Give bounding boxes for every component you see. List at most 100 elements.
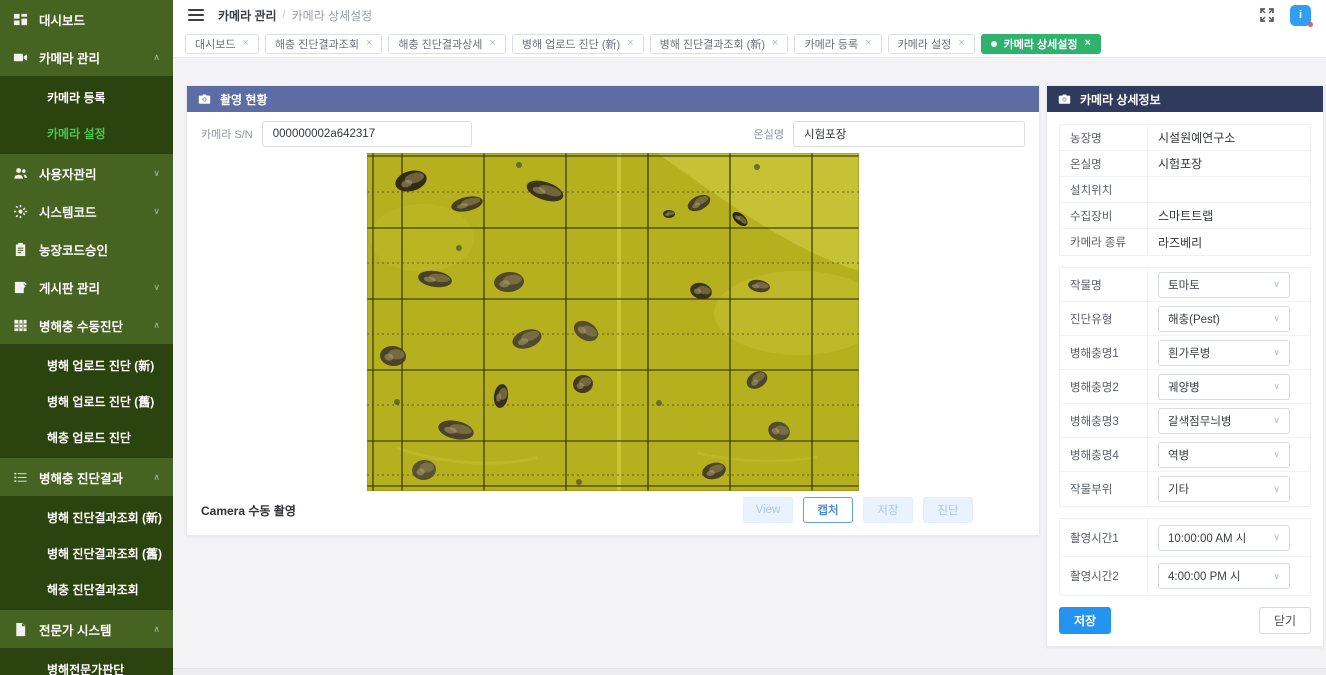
sidebar-subitem-8-0[interactable]: 병해전문가판단 [0, 651, 173, 675]
tab-label: 대시보드 [195, 36, 235, 52]
sidebar-item-7[interactable]: 병해충 진단결과∧ [0, 458, 173, 496]
tab-1[interactable]: 해충 진단결과조회× [265, 34, 382, 54]
close-button[interactable]: 닫기 [1259, 607, 1311, 634]
detail-row: 진단유형해충(Pest)∨ [1060, 302, 1310, 336]
tab-close-icon[interactable]: × [1085, 38, 1091, 49]
sidebar-item-0[interactable]: 대시보드 [0, 0, 173, 38]
sidebar-item-label: 게시판 관리 [39, 278, 100, 297]
tab-label: 카메라 등록 [804, 36, 858, 52]
detail-group-1: 농장명시설원예연구소온실명시험포장설치위치수집장비스마트트랩카메라 종류라즈베리 [1059, 124, 1311, 256]
sidebar-item-5[interactable]: 게시판 관리∨ [0, 268, 173, 306]
chevron-down-icon: ∨ [1273, 571, 1280, 582]
top-header: 카메라 관리 / 카메라 상세설정 i [173, 0, 1326, 30]
users-icon [13, 166, 28, 181]
video-camera-icon [13, 50, 28, 65]
sidebar-item-3[interactable]: 시스템코드∨ [0, 192, 173, 230]
sidebar-item-label: 전문가 시스템 [39, 620, 111, 639]
tab-close-icon[interactable]: × [489, 38, 495, 49]
trap-photo-container [201, 153, 1025, 491]
detail-group-2: 작물명토마토∨진단유형해충(Pest)∨병해충명1흰가루병∨병해충명2궤양병∨병… [1059, 267, 1311, 507]
gear-icon [13, 204, 28, 219]
sidebar-item-8[interactable]: 전문가 시스템∧ [0, 610, 173, 648]
select-2-0[interactable]: 10:00:00 AM 시∨ [1158, 525, 1290, 551]
hamburger-menu-icon[interactable] [188, 9, 204, 21]
clipboard-icon [13, 242, 28, 257]
tab-7-active[interactable]: 카메라 상세설정× [981, 34, 1101, 54]
chevron-up-icon: ∧ [153, 52, 160, 63]
select-value: 4:00:00 PM 시 [1168, 568, 1241, 584]
detail-group-3: 촬영시간110:00:00 AM 시∨촬영시간24:00:00 PM 시∨ [1059, 518, 1311, 596]
sidebar-item-4[interactable]: 농장코드승인 [0, 230, 173, 268]
sidebar-subitem-6-1[interactable]: 병해 업로드 진단 (舊) [0, 383, 173, 419]
select-value: 궤양병 [1168, 379, 1200, 395]
capture-button-2[interactable]: 저장 [863, 497, 913, 523]
tab-5[interactable]: 카메라 등록 × [794, 34, 881, 54]
tab-close-icon[interactable]: × [627, 38, 633, 49]
capture-panel-title: 촬영 현황 [220, 91, 268, 108]
sidebar-submenu: 병해 업로드 진단 (新)병해 업로드 진단 (舊)해충 업로드 진단 [0, 344, 173, 458]
sidebar-subitem-7-1[interactable]: 병해 진단결과조회 (舊) [0, 535, 173, 571]
sidebar-item-label: 카메라 관리 [39, 48, 100, 67]
breadcrumb-separator: / [283, 9, 286, 21]
select-1-3[interactable]: 궤양병∨ [1158, 374, 1290, 400]
save-button[interactable]: 저장 [1059, 607, 1111, 634]
list-icon [13, 470, 28, 485]
tab-3[interactable]: 병해 업로드 진단 (新)× [512, 34, 644, 54]
detail-row: 작물부위기타∨ [1060, 472, 1310, 506]
tab-close-icon[interactable]: × [242, 38, 248, 49]
greenhouse-input[interactable]: 시험포장 [793, 121, 1025, 147]
detail-row-label: 병해충명3 [1060, 404, 1148, 437]
select-2-1[interactable]: 4:00:00 PM 시 ∨ [1158, 563, 1290, 589]
manual-capture-title: Camera 수동 촬영 [201, 502, 296, 519]
chat-info-icon[interactable]: i [1290, 5, 1311, 26]
chevron-down-icon: ∨ [1273, 449, 1280, 460]
detail-row: 카메라 종류라즈베리 [1060, 229, 1310, 255]
detail-row-label: 온실명 [1060, 151, 1148, 176]
sidebar-subitem-7-2[interactable]: 해충 진단결과조회 [0, 571, 173, 607]
sidebar-subitem-6-0[interactable]: 병해 업로드 진단 (新) [0, 347, 173, 383]
select-1-6[interactable]: 기타∨ [1158, 476, 1290, 502]
sidebar-subitem-6-2[interactable]: 해충 업로드 진단 [0, 419, 173, 455]
select-1-2[interactable]: 흰가루병 ∨ [1158, 340, 1290, 366]
camera-icon [198, 93, 211, 106]
sidebar-item-6[interactable]: 병해충 수동진단∧ [0, 306, 173, 344]
detail-row-label: 촬영시간1 [1060, 519, 1148, 556]
chevron-down-icon: ∨ [1273, 347, 1280, 358]
capture-button-3[interactable]: 진단 [923, 497, 973, 523]
tab-0[interactable]: 대시보드 × [185, 34, 259, 54]
sidebar-item-1[interactable]: 카메라 관리 ∧ [0, 38, 173, 76]
detail-row: 수집장비스마트트랩 [1060, 203, 1310, 229]
camera-sn-input[interactable]: 000000002a642317 [262, 121, 472, 147]
sidebar-subitem-1-1[interactable]: 카메라 설정 [0, 115, 173, 151]
select-value: 10:00:00 AM 시 [1168, 530, 1246, 546]
tab-close-icon[interactable]: × [865, 38, 871, 49]
tab-6[interactable]: 카메라 설정× [888, 34, 975, 54]
trapped-insect [663, 210, 675, 218]
camera-detail-panel: 카메라 상세정보 농장명시설원예연구소온실명시험포장설치위치수집장비스마트트랩카… [1046, 85, 1324, 647]
sidebar-subitem-7-0[interactable]: 병해 진단결과조회 (新) [0, 499, 173, 535]
tab-2[interactable]: 해충 진단결과상세× [388, 34, 505, 54]
tab-close-icon[interactable]: × [958, 38, 964, 49]
fullscreen-icon[interactable] [1259, 7, 1275, 23]
detail-row-label: 병해충명4 [1060, 438, 1148, 471]
chevron-down-icon: ∨ [1273, 313, 1280, 324]
chevron-down-icon: ∨ [1273, 484, 1280, 495]
select-1-0[interactable]: 토마토∨ [1158, 272, 1290, 298]
chevron-down-icon: ∨ [1273, 279, 1280, 290]
select-1-4[interactable]: 갈색점무늬병∨ [1158, 408, 1290, 434]
capture-button-0[interactable]: View [743, 497, 793, 523]
tab-4[interactable]: 병해 진단결과조회 (新)× [650, 34, 789, 54]
select-value: 갈색점무늬병 [1168, 413, 1231, 429]
detail-row: 병해충명2궤양병∨ [1060, 370, 1310, 404]
sidebar-item-2[interactable]: 사용자관리∨ [0, 154, 173, 192]
tab-close-icon[interactable]: × [772, 38, 778, 49]
tab-close-icon[interactable]: × [366, 38, 372, 49]
select-1-5[interactable]: 역병∨ [1158, 442, 1290, 468]
select-1-1[interactable]: 해충(Pest)∨ [1158, 306, 1290, 332]
select-value: 흰가루병 [1168, 345, 1210, 361]
capture-status-panel: 촬영 현황 카메라 S/N 000000002a642317 온실명 시험포장 … [186, 85, 1040, 536]
sidebar-nav: 대시보드카메라 관리 ∧ 카메라 등록카메라 설정사용자관리∨시스템코드∨농장코드승… [0, 0, 173, 675]
open-tabs-bar: 대시보드×해충 진단결과조회×해충 진단결과상세×병해 업로드 진단 (新)×병… [173, 30, 1326, 58]
capture-button-1[interactable]: 캡처 [803, 497, 853, 523]
sidebar-subitem-1-0[interactable]: 카메라 등록 [0, 79, 173, 115]
